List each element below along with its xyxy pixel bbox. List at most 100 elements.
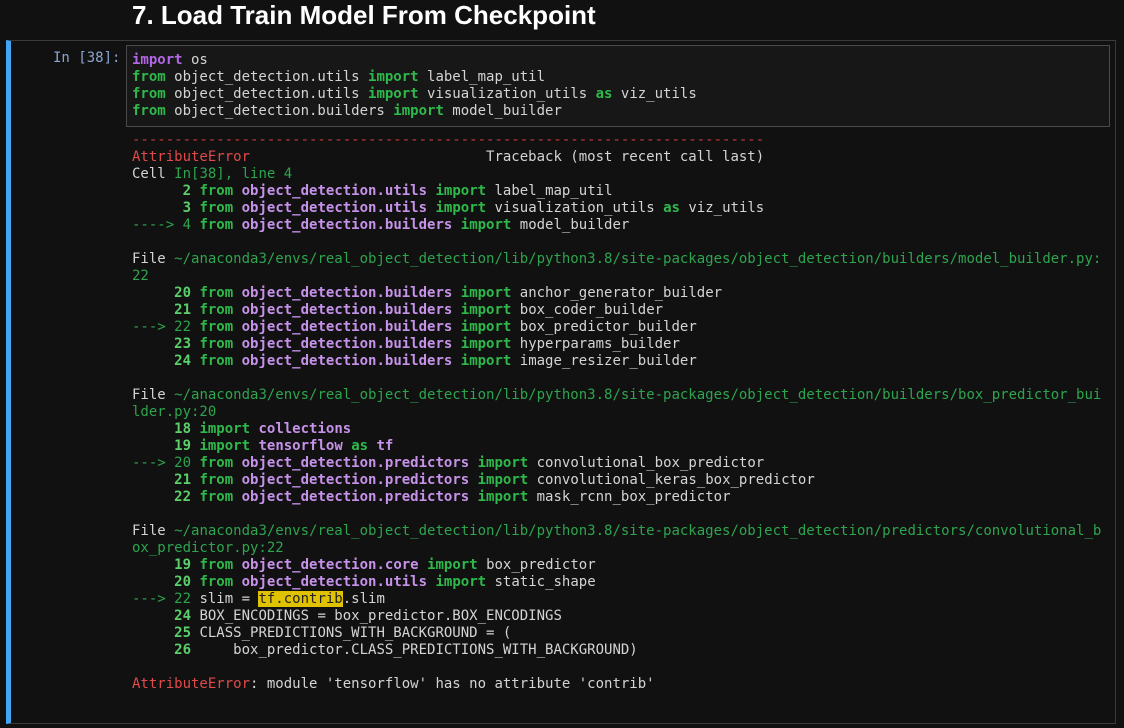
code-token: from [199, 217, 234, 233]
code-token: Traceback (most recent call last) [250, 149, 765, 165]
code-input-area[interactable]: import os from object_detection.utils imp… [126, 45, 1110, 127]
code-token: static_shape [486, 574, 596, 590]
code-token: import [132, 52, 183, 68]
code-input[interactable]: import os from object_detection.utils imp… [132, 52, 1109, 120]
code-token: 21 [174, 302, 192, 318]
code-token: import [435, 200, 487, 216]
code-token: object_detection.predictors [241, 455, 470, 471]
code-token: from [199, 319, 234, 335]
code-token: object_detection.utils [241, 200, 428, 216]
code-token: lder.py:20 [132, 404, 217, 420]
code-token: object_detection.builders [241, 302, 453, 318]
traceback-line: 25 CLASS_PREDICTIONS_WITH_BACKGROUND = ( [132, 625, 1101, 642]
traceback-line: ---> 20 from object_detection.predictors… [132, 455, 1101, 472]
code-line: import os [132, 52, 1109, 69]
code-token: import [477, 455, 529, 471]
traceback-line: 23 from object_detection.builders import… [132, 336, 1101, 353]
code-token: anchor_generator_builder [511, 285, 723, 301]
traceback-line: 24 BOX_ENCODINGS = box_predictor.BOX_ENC… [132, 608, 1101, 625]
code-token: label_map_util [418, 69, 546, 85]
code-token: BOX_ENCODINGS = box_predictor.BOX_ENCODI… [191, 608, 562, 624]
traceback-line: 24 from object_detection.builders import… [132, 353, 1101, 370]
traceback-line: ---> 22 from object_detection.builders i… [132, 319, 1101, 336]
code-token: AttributeError [132, 149, 251, 165]
code-token: model_builder [443, 103, 562, 119]
traceback-line [132, 370, 1101, 387]
code-token: from [199, 574, 234, 590]
traceback-line: lder.py:20 [132, 404, 1101, 421]
code-token: CLASS_PREDICTIONS_WITH_BACKGROUND = ( [191, 625, 512, 641]
code-token: 20 [174, 574, 192, 590]
traceback-line: 19 from object_detection.core import box… [132, 557, 1101, 574]
traceback-line: ox_predictor.py:22 [132, 540, 1101, 557]
code-token: image_resizer_builder [511, 353, 697, 369]
code-token: File [132, 387, 175, 403]
code-token: ----------------------------------------… [132, 132, 765, 148]
code-token: convolutional_keras_box_predictor [528, 472, 815, 488]
code-token: 26 [174, 642, 192, 658]
code-line: from object_detection.utils import label… [132, 69, 1109, 86]
code-token: ---> 20 [132, 455, 192, 471]
code-token: import [460, 336, 512, 352]
traceback-line: 18 import collections [132, 421, 1101, 438]
code-token: 19 [174, 557, 192, 573]
traceback-line [132, 234, 1101, 251]
code-token: import [460, 217, 512, 233]
code-line: from object_detection.builders import mo… [132, 103, 1109, 120]
code-token: 25 [174, 625, 192, 641]
code-token: 24 [174, 608, 192, 624]
code-token: from [199, 285, 234, 301]
code-token: AttributeError [132, 676, 251, 692]
code-token: object_detection.utils [241, 183, 428, 199]
code-token: File [132, 251, 175, 267]
code-token: 3 [182, 200, 192, 216]
code-token: tf [376, 438, 394, 454]
traceback-line: 22 [132, 268, 1101, 285]
code-token: as [351, 438, 369, 454]
code-token: 22 [132, 268, 149, 284]
code-token: box_predictor.CLASS_PREDICTIONS_WITH_BAC… [191, 642, 638, 658]
code-token: object_detection.builders [241, 217, 453, 233]
code-token: box_predictor [477, 557, 596, 573]
code-token: import [460, 285, 512, 301]
traceback-line: 3 from object_detection.utils import vis… [132, 200, 1101, 217]
code-token: ---> 22 [132, 319, 192, 335]
code-token: convolutional_box_predictor [528, 455, 765, 471]
code-token: object_detection.builders [241, 336, 453, 352]
code-token: object_detection.builders [241, 319, 453, 335]
code-token: tf.contrib [258, 591, 343, 607]
code-token: import [435, 183, 487, 199]
code-token: tensorflow [258, 438, 343, 454]
traceback-line: 2 from object_detection.utils import lab… [132, 183, 1101, 200]
code-token: import [460, 302, 512, 318]
code-token: from [199, 455, 234, 471]
code-token: from [199, 472, 234, 488]
code-token: import [368, 69, 419, 85]
code-token: import [199, 438, 251, 454]
code-token: ----> 4 [132, 217, 192, 233]
code-token: as [595, 86, 613, 102]
code-token: visualization_utils [486, 200, 664, 216]
code-token: from [132, 86, 166, 102]
code-token: mask_rcnn_box_predictor [528, 489, 731, 505]
